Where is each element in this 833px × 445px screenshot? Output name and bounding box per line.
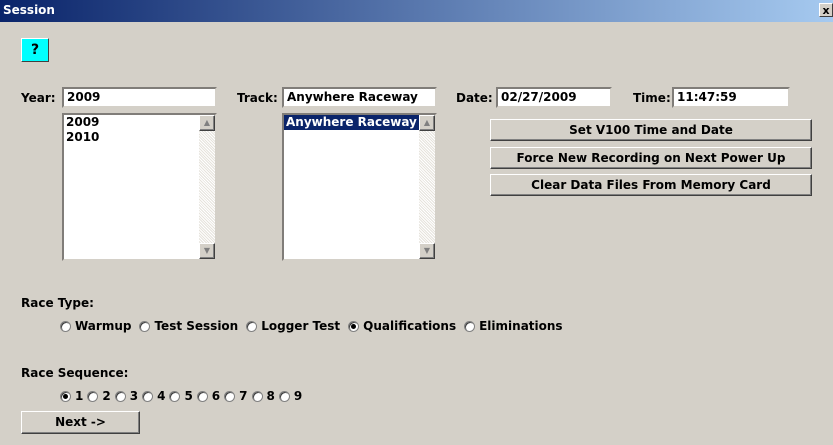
year-listbox[interactable]: 2009 2010 ▲ ▼: [62, 113, 217, 261]
arrow-up-icon[interactable]: ▲: [199, 115, 215, 131]
close-button[interactable]: x: [819, 3, 833, 17]
list-item[interactable]: Anywhere Raceway: [284, 115, 419, 130]
radio-label: 3: [129, 389, 139, 403]
list-item[interactable]: 2010: [64, 130, 199, 145]
radio-button[interactable]: [169, 390, 181, 402]
radio-option-5[interactable]: 5: [169, 389, 193, 403]
race-type-label: Race Type:: [21, 296, 94, 310]
title-bar: Session x: [0, 0, 833, 22]
radio-label: 9: [293, 389, 303, 403]
radio-button[interactable]: [60, 320, 71, 332]
help-button[interactable]: ?: [21, 38, 49, 62]
radio-button[interactable]: [464, 320, 476, 332]
clear-data-files-button[interactable]: Clear Data Files From Memory Card: [490, 174, 812, 196]
radio-button[interactable]: [246, 320, 258, 332]
arrow-down-icon[interactable]: ▼: [419, 243, 435, 259]
track-scrollbar[interactable]: ▲ ▼: [419, 115, 435, 259]
radio-label: Logger Test: [261, 319, 341, 333]
race-sequence-group: 1 2 3 4 5 6 7 8 9: [60, 389, 306, 403]
force-new-recording-button[interactable]: Force New Recording on Next Power Up: [490, 147, 812, 169]
radio-option-4[interactable]: 4: [142, 389, 165, 403]
next-button[interactable]: Next ->: [21, 411, 140, 434]
radio-option-qualifications[interactable]: Qualifications: [348, 319, 456, 333]
list-item[interactable]: 2009: [64, 115, 199, 130]
radio-label: Qualifications: [363, 319, 457, 333]
track-listbox[interactable]: Anywhere Raceway ▲ ▼: [282, 113, 437, 261]
radio-label: Eliminations: [479, 319, 563, 333]
race-type-group: Warmup Test Session Logger Test Qualificati…: [60, 319, 571, 333]
radio-label: 4: [157, 389, 166, 403]
radio-label: 5: [184, 389, 193, 403]
radio-label: Warmup: [75, 319, 132, 333]
radio-option-logger-test[interactable]: Logger Test: [246, 319, 340, 333]
radio-button[interactable]: [196, 390, 208, 402]
question-icon: ?: [30, 42, 40, 58]
radio-button[interactable]: [60, 390, 71, 402]
radio-option-3[interactable]: 3: [114, 389, 139, 403]
radio-label: 8: [266, 389, 275, 403]
year-scrollbar[interactable]: ▲ ▼: [199, 115, 215, 259]
track-input[interactable]: Anywhere Raceway: [282, 87, 437, 108]
radio-option-7[interactable]: 7: [224, 389, 248, 403]
track-label: Track:: [237, 91, 278, 105]
year-input[interactable]: 2009: [62, 87, 217, 108]
set-time-date-button[interactable]: Set V100 Time and Date: [490, 119, 812, 141]
year-label: Year:: [21, 91, 56, 105]
radio-button[interactable]: [278, 390, 290, 402]
radio-label: 1: [75, 389, 84, 403]
radio-button[interactable]: [224, 390, 236, 402]
radio-button[interactable]: [142, 390, 154, 402]
radio-button[interactable]: [251, 390, 263, 402]
radio-option-test-session[interactable]: Test Session: [139, 319, 238, 333]
radio-option-warmup[interactable]: Warmup: [60, 319, 131, 333]
time-label: Time:: [633, 91, 671, 105]
window-title: Session: [3, 3, 55, 17]
radio-label: 6: [211, 389, 221, 403]
race-sequence-label: Race Sequence:: [21, 366, 129, 380]
radio-option-2[interactable]: 2: [87, 389, 111, 403]
radio-option-1[interactable]: 1: [60, 389, 83, 403]
time-input[interactable]: 11:47:59: [672, 87, 790, 108]
radio-button[interactable]: [139, 320, 151, 332]
arrow-up-icon[interactable]: ▲: [419, 115, 435, 131]
radio-option-9[interactable]: 9: [278, 389, 303, 403]
radio-option-eliminations[interactable]: Eliminations: [464, 319, 563, 333]
radio-option-6[interactable]: 6: [196, 389, 221, 403]
radio-label: 7: [239, 389, 248, 403]
radio-button[interactable]: [348, 320, 360, 332]
radio-option-8[interactable]: 8: [251, 389, 275, 403]
arrow-down-icon[interactable]: ▼: [199, 243, 215, 259]
date-label: Date:: [456, 91, 493, 105]
radio-button[interactable]: [87, 390, 99, 402]
radio-label: Test Session: [154, 319, 239, 333]
date-input[interactable]: 02/27/2009: [496, 87, 612, 108]
radio-button[interactable]: [114, 390, 126, 402]
radio-label: 2: [102, 389, 111, 403]
